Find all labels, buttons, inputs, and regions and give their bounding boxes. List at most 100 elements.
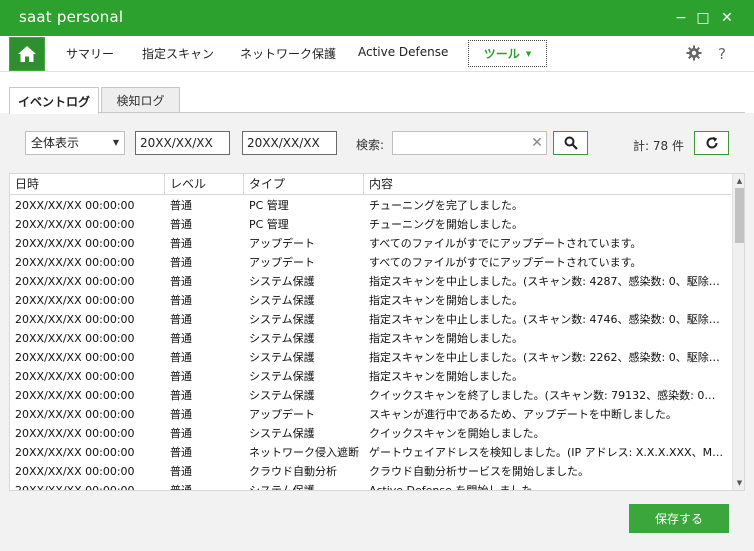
cell-level: 普通 <box>170 465 192 478</box>
cell-datetime: 20XX/XX/XX 00:00:00 <box>15 275 135 288</box>
event-log-table: 日時 レベル タイプ 内容 20XX/XX/XX 00:00:00 普通 PC 管理… <box>9 173 745 491</box>
search-label: 検索: <box>356 138 385 152</box>
cell-datetime: 20XX/XX/XX 00:00:00 <box>15 237 135 250</box>
cell-content: すべてのファイルがすでにアップデートされています。 <box>369 237 642 250</box>
cell-datetime: 20XX/XX/XX 00:00:00 <box>15 313 135 326</box>
cell-level: 普通 <box>170 256 192 269</box>
cell-type: システム保護 <box>249 389 315 402</box>
date-from-field[interactable]: 20XX/XX/XX <box>135 131 230 155</box>
cell-level: 普通 <box>170 199 192 212</box>
table-body: 20XX/XX/XX 00:00:00 普通 PC 管理 チューニングを完了しました。… <box>10 196 731 491</box>
vertical-scrollbar[interactable]: ▲ ▼ <box>732 174 744 490</box>
table-row[interactable]: 20XX/XX/XX 00:00:00 普通 クラウド自動分析 クラウド自動分析サービ… <box>10 462 731 481</box>
table-header: 日時 レベル タイプ 内容 <box>10 174 731 195</box>
cell-content: Active Defense を開始しました。 <box>369 484 544 491</box>
nav-network-protection[interactable]: ネットワーク保護 <box>240 45 336 62</box>
cell-content: 指定スキャンを開始しました。 <box>369 332 523 345</box>
table-row[interactable]: 20XX/XX/XX 00:00:00 普通 アップデート スキャンが進行中であるため… <box>10 405 731 424</box>
cell-datetime: 20XX/XX/XX 00:00:00 <box>15 351 135 364</box>
close-button[interactable]: ✕ <box>717 8 737 28</box>
nav-custom-scan[interactable]: 指定スキャン <box>142 45 214 62</box>
cell-level: 普通 <box>170 370 192 383</box>
table-row[interactable]: 20XX/XX/XX 00:00:00 普通 システム保護 指定スキャンを中止しました… <box>10 272 731 291</box>
cell-type: システム保護 <box>249 370 315 383</box>
cell-type: システム保護 <box>249 427 315 440</box>
cell-content: 指定スキャンを中止しました。(スキャン数: 4287、感染数: 0、駆除数:..… <box>369 275 724 288</box>
search-button[interactable] <box>553 131 588 155</box>
app-title: saat personal <box>19 8 124 26</box>
cell-datetime: 20XX/XX/XX 00:00:00 <box>15 199 135 212</box>
table-row[interactable]: 20XX/XX/XX 00:00:00 普通 システム保護 指定スキャンを開始しました… <box>10 329 731 348</box>
date-to-field[interactable]: 20XX/XX/XX <box>242 131 337 155</box>
cell-content: すべてのファイルがすでにアップデートされています。 <box>369 256 642 269</box>
table-row[interactable]: 20XX/XX/XX 00:00:00 普通 ネットワーク侵入遮断 ゲートウェイアドレ… <box>10 443 731 462</box>
cell-content: 指定スキャンを開始しました。 <box>369 370 523 383</box>
cell-level: 普通 <box>170 218 192 231</box>
cell-type: クラウド自動分析 <box>249 465 337 478</box>
cell-type: PC 管理 <box>249 218 289 231</box>
cell-datetime: 20XX/XX/XX 00:00:00 <box>15 446 135 459</box>
cell-content: チューニングを完了しました。 <box>369 199 523 212</box>
table-row[interactable]: 20XX/XX/XX 00:00:00 普通 システム保護 クイックスキャンを終了しま… <box>10 386 731 405</box>
cell-datetime: 20XX/XX/XX 00:00:00 <box>15 294 135 307</box>
cell-type: システム保護 <box>249 275 315 288</box>
settings-button[interactable] <box>685 45 703 63</box>
table-row[interactable]: 20XX/XX/XX 00:00:00 普通 システム保護 Active Defens… <box>10 481 731 491</box>
tab-event-log[interactable]: イベントログ <box>9 87 99 114</box>
table-row[interactable]: 20XX/XX/XX 00:00:00 普通 システム保護 指定スキャンを中止しました… <box>10 310 731 329</box>
gear-icon <box>686 45 702 61</box>
cell-type: アップデート <box>249 408 315 421</box>
refresh-button[interactable] <box>694 131 729 155</box>
cell-level: 普通 <box>170 389 192 402</box>
cell-level: 普通 <box>170 484 192 491</box>
table-row[interactable]: 20XX/XX/XX 00:00:00 普通 システム保護 指定スキャンを中止しました… <box>10 348 731 367</box>
cell-level: 普通 <box>170 427 192 440</box>
scroll-up-icon[interactable]: ▲ <box>733 176 744 186</box>
nav-tools-menu[interactable]: ツール ▼ <box>468 40 547 67</box>
column-header-level[interactable]: レベル <box>165 174 244 195</box>
help-button[interactable]: ? <box>713 45 731 63</box>
nav-active-defense[interactable]: Active Defense <box>358 45 448 59</box>
cell-datetime: 20XX/XX/XX 00:00:00 <box>15 484 135 491</box>
main-nav: サマリー 指定スキャン ネットワーク保護 Active Defense ツール … <box>0 36 754 72</box>
table-row[interactable]: 20XX/XX/XX 00:00:00 普通 PC 管理 チューニングを開始しました。 <box>10 215 731 234</box>
cell-content: 指定スキャンを開始しました。 <box>369 294 523 307</box>
cell-level: 普通 <box>170 351 192 364</box>
save-button[interactable]: 保存する <box>629 504 729 533</box>
cell-datetime: 20XX/XX/XX 00:00:00 <box>15 389 135 402</box>
cell-content: ゲートウェイアドレスを検知しました。(IP アドレス: X.X.X.XXX、MA… <box>369 446 724 459</box>
table-row[interactable]: 20XX/XX/XX 00:00:00 普通 システム保護 指定スキャンを開始しました… <box>10 291 731 310</box>
table-row[interactable]: 20XX/XX/XX 00:00:00 普通 システム保護 クイックスキャンを開始しま… <box>10 424 731 443</box>
clear-icon[interactable]: ✕ <box>529 131 545 155</box>
cell-content: チューニングを開始しました。 <box>369 218 523 231</box>
cell-level: 普通 <box>170 237 192 250</box>
table-row[interactable]: 20XX/XX/XX 00:00:00 普通 アップデート すべてのファイルがすでにア… <box>10 234 731 253</box>
table-row[interactable]: 20XX/XX/XX 00:00:00 普通 システム保護 指定スキャンを開始しました… <box>10 367 731 386</box>
cell-datetime: 20XX/XX/XX 00:00:00 <box>15 465 135 478</box>
refresh-icon <box>706 136 717 149</box>
tab-detect-log[interactable]: 検知ログ <box>101 87 180 113</box>
table-row[interactable]: 20XX/XX/XX 00:00:00 普通 PC 管理 チューニングを完了しました。 <box>10 196 731 215</box>
column-header-content[interactable]: 内容 <box>364 174 731 195</box>
title-bar: saat personal − □ ✕ <box>0 0 754 36</box>
cell-type: PC 管理 <box>249 199 289 212</box>
nav-summary[interactable]: サマリー <box>66 45 114 62</box>
maximize-button[interactable]: □ <box>693 8 713 28</box>
cell-datetime: 20XX/XX/XX 00:00:00 <box>15 370 135 383</box>
home-button[interactable] <box>9 37 45 71</box>
column-header-datetime[interactable]: 日時 <box>10 174 165 195</box>
cell-content: クイックスキャンを終了しました。(スキャン数: 79132、感染数: 0、駆除.… <box>369 389 724 402</box>
minimize-button[interactable]: − <box>671 8 691 28</box>
cell-level: 普通 <box>170 275 192 288</box>
scroll-down-icon[interactable]: ▼ <box>733 478 744 488</box>
search-input[interactable] <box>392 131 547 155</box>
scroll-thumb[interactable] <box>735 188 744 243</box>
log-tabs: イベントログ 検知ログ <box>0 72 754 114</box>
display-filter-value: 全体表示 <box>31 136 80 150</box>
table-row[interactable]: 20XX/XX/XX 00:00:00 普通 アップデート すべてのファイルがすでにア… <box>10 253 731 272</box>
column-header-type[interactable]: タイプ <box>244 174 364 195</box>
display-filter-select[interactable]: 全体表示 ▼ <box>25 131 125 155</box>
cell-content: 指定スキャンを中止しました。(スキャン数: 4746、感染数: 0、駆除数:..… <box>369 313 724 326</box>
cell-level: 普通 <box>170 408 192 421</box>
total-count: 計: 78 件 <box>633 139 684 153</box>
